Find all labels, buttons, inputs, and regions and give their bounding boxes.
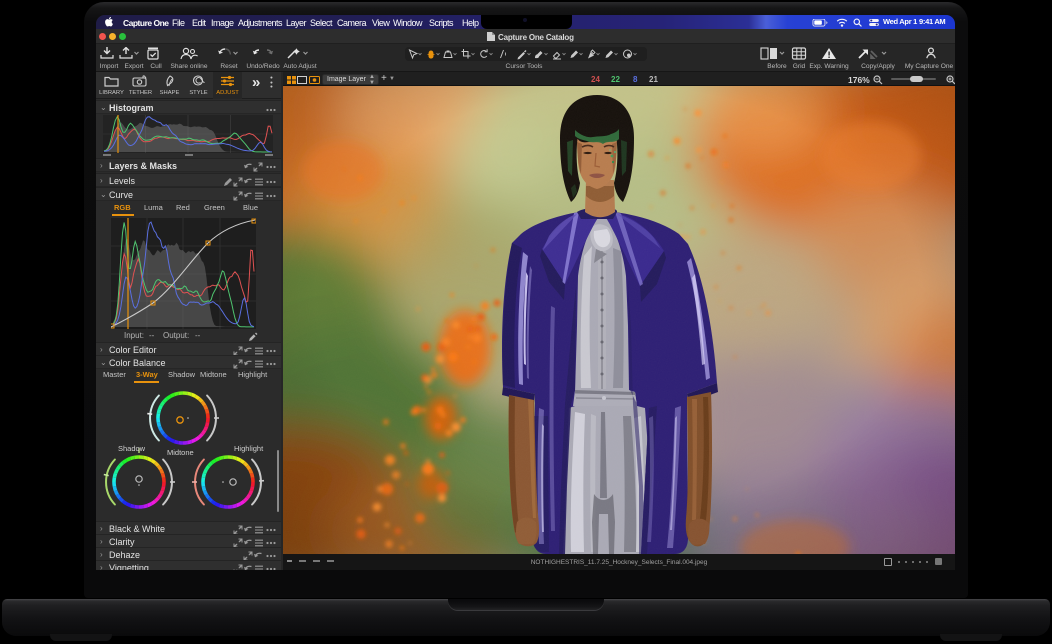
svg-text:Highlight: Highlight: [234, 444, 264, 453]
svg-text:Midtone: Midtone: [167, 448, 194, 457]
svg-text:Shadow: Shadow: [118, 444, 146, 453]
